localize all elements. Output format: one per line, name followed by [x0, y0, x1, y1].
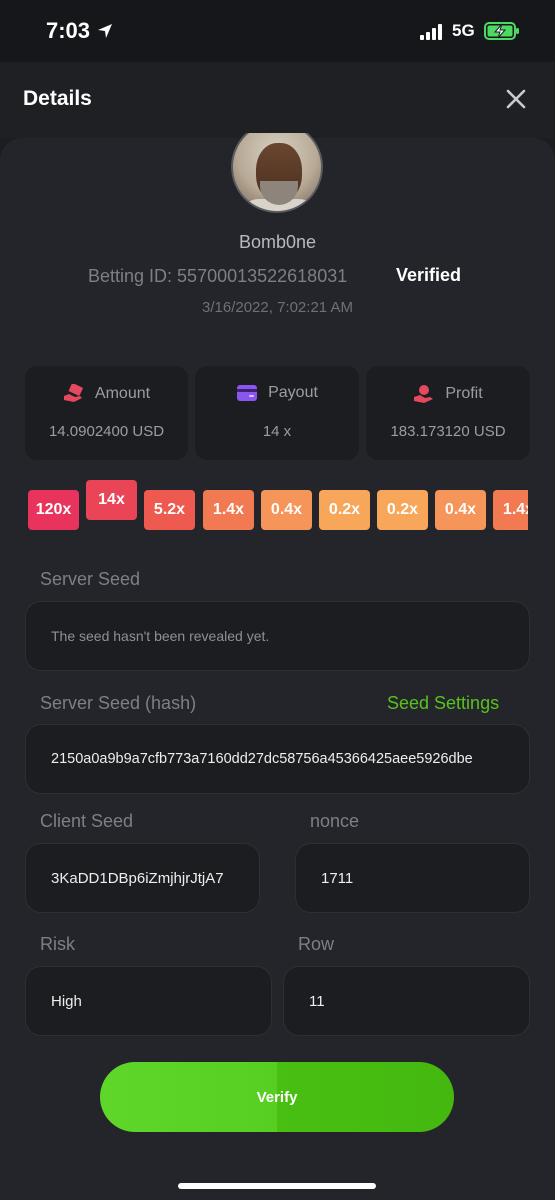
multiplier-slot: 120x	[28, 490, 79, 530]
home-indicator	[178, 1183, 376, 1189]
multiplier-label: 0.2x	[328, 501, 361, 518]
row-label: Row	[298, 934, 335, 954]
risk-label: Risk	[40, 934, 75, 954]
multiplier-slot: 0.4x	[435, 490, 486, 530]
multiplier-label: 1.4x	[502, 501, 528, 518]
location-arrow-icon	[98, 24, 112, 38]
multiplier-slot: 5.2x	[144, 490, 195, 530]
multiplier-label: 1.4x	[212, 501, 245, 518]
multiplier-slot: 1.4x	[203, 490, 254, 530]
payout-card: Payout 14 x	[195, 366, 359, 460]
multiplier-slot: 0.4x	[261, 490, 312, 530]
close-icon[interactable]	[505, 88, 527, 110]
nonce-label: nonce	[310, 811, 360, 831]
battery-charging-icon	[484, 22, 519, 40]
server-seed-hash-label: Server Seed (hash)	[40, 693, 197, 713]
money-hand-icon	[63, 384, 83, 402]
server-seed-hash-field[interactable]: 2150a0a9b9a7cfb773a7160dd27dc58756a45366…	[25, 724, 530, 794]
risk-field[interactable]: High	[25, 966, 272, 1036]
signal-icon	[420, 24, 442, 40]
username: Bomb0ne	[238, 232, 317, 252]
multiplier-slot-hit: 14x	[86, 480, 137, 520]
row-field[interactable]: 11	[283, 966, 530, 1036]
multiplier-slot: 0.2x	[319, 490, 370, 530]
nonce-field[interactable]: 1711	[295, 843, 530, 913]
multiplier-label: 0.4x	[270, 501, 303, 518]
payout-value: 14 x	[262, 423, 292, 440]
multiplier-row: 120x 14x 5.2x 1.4x 0.4x 0.2x 0.2x 0.4x 1…	[28, 480, 528, 540]
page-title: Details	[23, 87, 92, 110]
profit-value: 183.173120 USD	[390, 423, 506, 440]
coin-hand-icon	[414, 385, 434, 403]
seed-settings-link[interactable]: Seed Settings	[387, 693, 499, 714]
amount-value: 14.0902400 USD	[48, 423, 165, 440]
amount-card: Amount 14.0902400 USD	[25, 366, 188, 460]
network-type: 5G	[452, 21, 475, 40]
multiplier-label: 0.4x	[444, 501, 477, 518]
multiplier-slot: 0.2x	[377, 490, 428, 530]
status-bar: 7:03 5G	[0, 0, 555, 62]
client-seed-field[interactable]: 3KaDD1DBp6iZmjhjrJtjA7	[25, 843, 260, 913]
multiplier-slot: 1.4x	[493, 490, 528, 530]
multiplier-label: 0.2x	[386, 501, 419, 518]
server-seed-label: Server Seed	[40, 569, 141, 589]
profit-card: Profit 183.173120 USD	[366, 366, 530, 460]
bet-datetime: 3/16/2022, 7:02:21 AM	[202, 299, 353, 316]
profit-label: Profit	[445, 385, 483, 402]
amount-label: Amount	[94, 385, 151, 402]
multiplier-label: 14x	[98, 491, 125, 508]
multiplier-label: 120x	[35, 501, 72, 518]
server-seed-field: The seed hasn't been revealed yet.	[25, 601, 530, 671]
wallet-card-icon	[237, 385, 258, 401]
betting-id: Betting ID: 55700013522618031	[88, 266, 348, 286]
verified-label: Verified	[396, 265, 462, 285]
details-header: Details	[0, 62, 555, 138]
multiplier-label: 5.2x	[153, 501, 186, 518]
verify-button[interactable]: Verify	[100, 1062, 454, 1132]
payout-label: Payout	[268, 384, 318, 401]
status-time: 7:03	[46, 18, 91, 43]
client-seed-label: Client Seed	[40, 811, 134, 831]
